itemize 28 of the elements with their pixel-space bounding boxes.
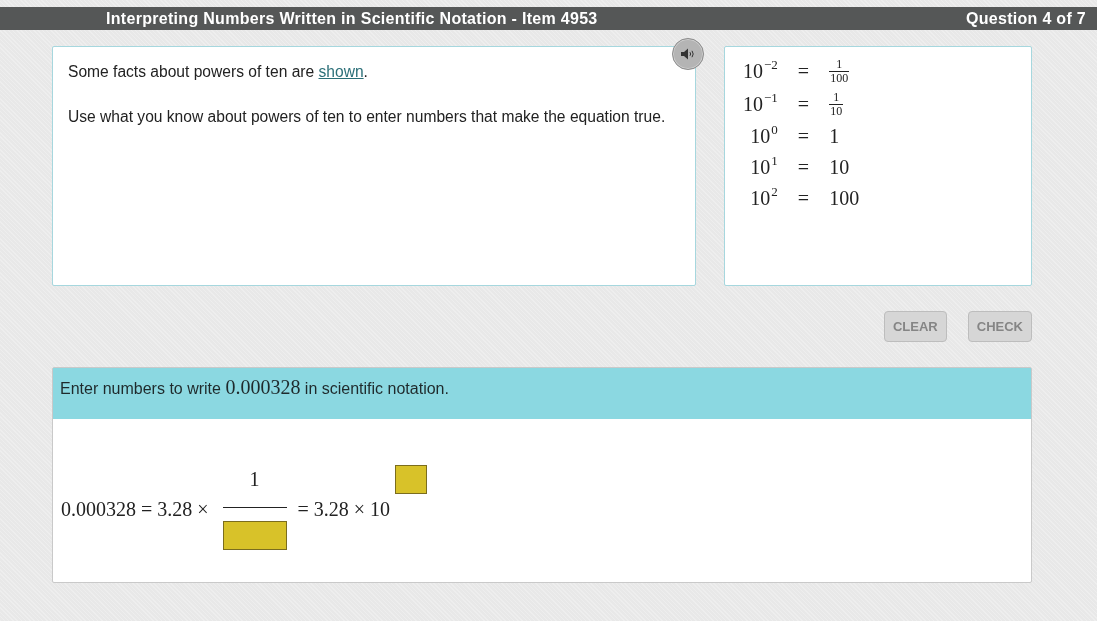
power-of-ten: 10$^{−1}$ bbox=[743, 92, 778, 117]
equals-sign: = bbox=[797, 92, 810, 117]
fraction-numerator: 1 bbox=[249, 467, 260, 491]
task-instruction: Enter numbers to write 0.000328 in scientific notation. bbox=[60, 377, 450, 399]
denominator-answer-box[interactable] bbox=[222, 521, 287, 550]
whole-value: 100 bbox=[829, 186, 860, 211]
speaker-icon bbox=[681, 48, 695, 60]
power-of-ten: 10$^{0}$ bbox=[750, 124, 778, 149]
fraction-value: 1 10 bbox=[829, 91, 844, 118]
equals-sign: = bbox=[797, 186, 810, 211]
equals-sign: = bbox=[797, 155, 810, 180]
question-counter: Question 4 of 7 bbox=[965, 9, 1086, 28]
equals-sign: = bbox=[797, 124, 810, 149]
whole-value: 1 bbox=[829, 124, 841, 149]
audio-button[interactable] bbox=[672, 38, 704, 70]
fraction-value: 1 100 bbox=[829, 58, 850, 85]
whole-value: 10 bbox=[829, 155, 851, 180]
power-of-ten: 10$^{−2}$ bbox=[743, 59, 778, 84]
shown-link[interactable]: shown bbox=[318, 63, 364, 80]
item-title: Interpreting Numbers Written in Scientific Notation - Item 4953 bbox=[106, 9, 598, 28]
prompt-text: Use what you know about powers of ten to enter numbers that make the equation true. bbox=[68, 108, 667, 126]
power-of-ten: 10$^{1}$ bbox=[750, 155, 778, 180]
power-of-ten: 10$^{2}$ bbox=[750, 186, 778, 211]
equation-text: = 3.28 × 10 bbox=[297, 496, 391, 521]
prompt-text: Some facts about powers of ten are shown. bbox=[68, 63, 369, 81]
equals-sign: = bbox=[797, 59, 810, 84]
equation-text: 0.000328 = 3.28 × bbox=[61, 496, 209, 521]
exponent-answer-box[interactable] bbox=[395, 465, 428, 494]
